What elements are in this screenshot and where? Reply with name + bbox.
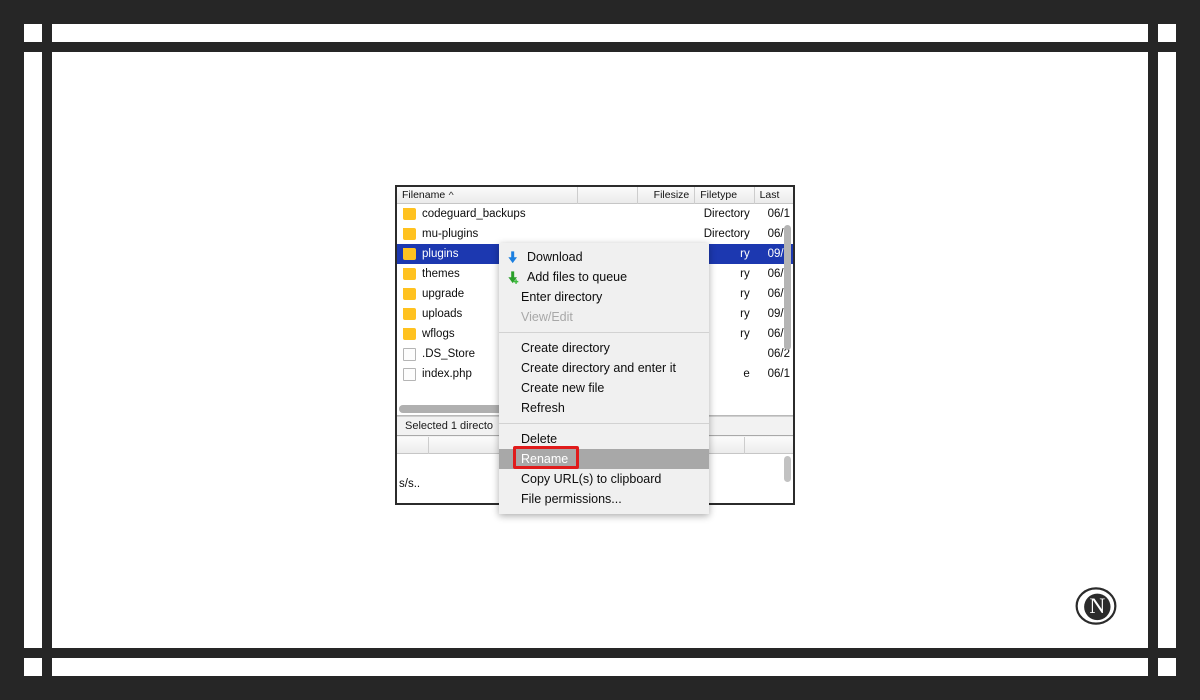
file-row-filename: codeguard_backups xyxy=(422,208,526,220)
queue-column-header-5[interactable] xyxy=(745,437,783,454)
file-row-filename: .DS_Store xyxy=(422,348,476,360)
decorative-frame: Filename ^ Filesize Filetype Last codegu… xyxy=(0,0,1200,700)
queue-column-header-1[interactable] xyxy=(397,437,429,454)
context-menu-item[interactable]: Create new file xyxy=(499,378,709,398)
folder-icon xyxy=(403,288,416,300)
folder-icon xyxy=(403,248,416,260)
column-header-filetype[interactable]: Filetype xyxy=(695,187,755,204)
context-menu-item[interactable]: Create directory xyxy=(499,338,709,358)
column-header-spacer[interactable] xyxy=(578,187,638,204)
frame-strip-bottom xyxy=(52,658,1148,676)
context-menu-item-label: Refresh xyxy=(521,401,565,415)
context-menu-item[interactable]: Add files to queue xyxy=(499,267,709,287)
frame-strip-top-right xyxy=(1158,24,1176,42)
file-context-menu[interactable]: Download Add files to queue Enter director… xyxy=(499,243,709,514)
column-header-last[interactable]: Last xyxy=(755,187,793,204)
column-header-filename-label: Filename xyxy=(402,188,446,201)
file-list-vertical-scrollbar[interactable] xyxy=(783,205,792,391)
file-list-row[interactable]: codeguard_backups Directory 06/1 xyxy=(397,204,793,224)
context-menu-item-label: Create new file xyxy=(521,381,605,395)
context-menu-separator xyxy=(499,332,709,333)
add-to-queue-arrow-icon xyxy=(508,270,519,284)
frame-strip-left xyxy=(24,52,42,648)
frame-strip-top-left xyxy=(24,24,42,42)
context-menu-item-label: Add files to queue xyxy=(527,270,628,284)
frame-strip-bottom-right xyxy=(1158,658,1176,676)
download-arrow-icon xyxy=(508,250,517,263)
context-menu-separator xyxy=(499,423,709,424)
file-list-vertical-scroll-thumb[interactable] xyxy=(784,225,791,350)
folder-icon xyxy=(403,308,416,320)
context-menu-item: View/Edit xyxy=(499,307,709,327)
file-row-filetype: Directory xyxy=(703,208,750,220)
context-menu-item-label: Download xyxy=(527,250,583,264)
frame-strip-right xyxy=(1158,52,1176,648)
context-menu-item[interactable]: Copy URL(s) to clipboard xyxy=(499,469,709,489)
context-menu-item-label: View/Edit xyxy=(521,310,573,324)
column-header-filesize[interactable]: Filesize xyxy=(638,187,696,204)
context-menu-item-label: Rename xyxy=(521,452,569,466)
file-row-filename: uploads xyxy=(422,308,463,320)
context-menu-item[interactable]: Delete xyxy=(499,429,709,449)
file-row-name-cell: codeguard_backups xyxy=(397,208,578,220)
context-menu-item[interactable]: Download xyxy=(499,247,709,267)
file-row-filename: index.php xyxy=(422,368,472,380)
queue-transfer-rate: s/s.. xyxy=(399,478,421,490)
selection-status-text: Selected 1 directo xyxy=(405,420,494,432)
context-menu-item-label: Create directory xyxy=(521,341,610,355)
context-menu-item-label: Create directory and enter it xyxy=(521,361,676,375)
file-row-filename: upgrade xyxy=(422,288,465,300)
sort-ascending-icon: ^ xyxy=(448,189,454,200)
frame-strip-top xyxy=(52,24,1148,42)
folder-icon xyxy=(403,328,416,340)
frame-strip-bottom-left xyxy=(24,658,42,676)
file-list-header: Filename ^ Filesize Filetype Last xyxy=(397,187,793,204)
folder-icon xyxy=(403,228,416,240)
file-row-filename: plugins xyxy=(422,248,459,260)
context-menu-item-label: File permissions... xyxy=(521,492,622,506)
file-list-row[interactable]: mu-plugins Directory 06/0 xyxy=(397,224,793,244)
context-menu-item[interactable]: Rename xyxy=(499,446,709,469)
context-menu-item-label: Copy URL(s) to clipboard xyxy=(521,472,662,486)
file-row-filetype: Directory xyxy=(703,228,750,240)
context-menu-item-label: Enter directory xyxy=(521,290,603,304)
context-menu-item[interactable]: Create directory and enter it xyxy=(499,358,709,378)
content-canvas: Filename ^ Filesize Filetype Last codegu… xyxy=(52,52,1148,648)
file-row-filename: themes xyxy=(422,268,460,280)
file-icon xyxy=(403,347,416,361)
context-menu-item-label: Delete xyxy=(521,432,558,446)
logo-letter: N xyxy=(1089,593,1105,618)
file-icon xyxy=(403,367,416,381)
folder-icon xyxy=(403,268,416,280)
column-header-filename[interactable]: Filename ^ xyxy=(397,187,578,204)
file-row-name-cell: mu-plugins xyxy=(397,228,578,240)
context-menu-item[interactable]: Refresh xyxy=(499,398,709,418)
queue-vertical-scroll-thumb[interactable] xyxy=(784,456,791,482)
file-row-filename: wflogs xyxy=(422,328,455,340)
context-menu-item[interactable]: Enter directory xyxy=(499,287,709,307)
file-row-filename: mu-plugins xyxy=(422,228,479,240)
folder-icon xyxy=(403,208,416,220)
context-menu-item[interactable]: File permissions... xyxy=(499,489,709,509)
letter-n-circle-logo: N xyxy=(1075,587,1117,625)
queue-vertical-scrollbar[interactable] xyxy=(783,456,792,501)
